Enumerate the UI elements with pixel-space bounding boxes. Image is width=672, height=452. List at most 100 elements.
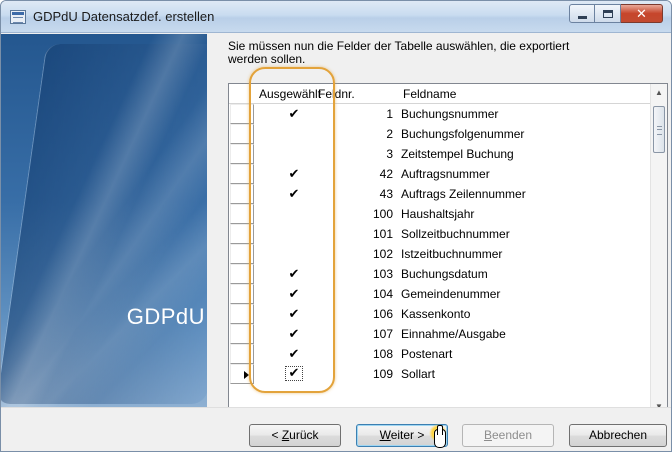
finish-button[interactable]: Beenden — [462, 424, 554, 447]
field-number: 42 — [379, 167, 393, 181]
row-selector[interactable] — [230, 104, 254, 124]
next-button-accesskey: W — [379, 428, 391, 442]
selected-checkbox[interactable]: ✔ — [285, 266, 303, 282]
row-selector[interactable] — [230, 124, 254, 144]
field-name: Buchungsfolgenummer — [401, 127, 525, 141]
wizard-banner: GDPdU — [1, 34, 207, 407]
wizard-content: Sie müssen nun die Felder der Tabelle au… — [207, 34, 671, 416]
field-number: 106 — [372, 307, 393, 321]
selected-checkbox[interactable]: ✔ — [285, 366, 303, 381]
row-selector[interactable] — [230, 244, 254, 264]
field-name: Einnahme/Ausgabe — [401, 327, 506, 341]
selected-checkbox[interactable]: ✔ — [285, 106, 303, 122]
table-row[interactable]: 3 Zeitstempel Buchung — [229, 144, 655, 164]
row-selector[interactable] — [230, 164, 254, 184]
table-row[interactable]: ✔ 43 Auftrags Zeilennummer — [229, 184, 655, 204]
table-app-icon — [10, 10, 26, 24]
row-selector[interactable] — [230, 344, 254, 364]
field-number: 107 — [372, 327, 393, 341]
field-name: Auftragsnummer — [401, 167, 490, 181]
row-selector[interactable] — [230, 364, 254, 384]
finish-button-accesskey: B — [483, 428, 492, 442]
back-button[interactable]: < Zurück — [249, 424, 341, 447]
vertical-scrollbar[interactable]: ▲ ▼ — [650, 84, 667, 415]
field-name: Sollart — [401, 367, 436, 381]
field-name: Istzeitbuchnummer — [401, 247, 503, 261]
finish-button-label: eenden — [491, 428, 533, 442]
close-button[interactable]: ✕ — [621, 4, 663, 23]
click-cursor-icon — [429, 424, 455, 451]
table-row[interactable]: 101 Sollzeitbuchnummer — [229, 224, 655, 244]
row-selector[interactable] — [230, 284, 254, 304]
field-number: 1 — [386, 107, 393, 121]
field-name: Haushaltsjahr — [401, 207, 475, 221]
field-name: Postenart — [401, 347, 453, 361]
window-controls: ✕ — [569, 4, 663, 24]
table-row[interactable]: ✔ 109 Sollart — [229, 364, 655, 384]
back-button-prefix: < — [271, 428, 282, 442]
grid-rows: ✔ 1 Buchungsnummer 2 Buchungsfolgenummer 3 Zei… — [229, 104, 655, 384]
table-row[interactable]: ✔ 107 Einnahme/Ausgabe — [229, 324, 655, 344]
field-number: 108 — [372, 347, 393, 361]
selected-checkbox[interactable]: ✔ — [285, 286, 303, 302]
field-number: 43 — [379, 187, 393, 201]
row-selector[interactable] — [230, 304, 254, 324]
banner-rays — [1, 34, 207, 407]
banner-label: GDPdU — [126, 304, 205, 329]
field-number: 104 — [372, 287, 393, 301]
cancel-button[interactable]: Abbrechen — [569, 424, 667, 447]
row-selector[interactable] — [230, 224, 254, 244]
minimize-button[interactable] — [569, 4, 595, 23]
column-header-selected[interactable]: Ausgewählt — [259, 87, 321, 101]
field-number: 109 — [372, 367, 393, 381]
table-row[interactable]: ✔ 104 Gemeindenummer — [229, 284, 655, 304]
row-selector[interactable] — [230, 204, 254, 224]
selected-checkbox[interactable]: ✔ — [285, 166, 303, 182]
instruction-text: Sie müssen nun die Felder der Tabelle au… — [228, 40, 570, 66]
minimize-icon — [577, 15, 587, 19]
back-button-label: urück — [289, 428, 319, 442]
selected-checkbox[interactable]: ✔ — [285, 326, 303, 342]
field-name: Zeitstempel Buchung — [401, 147, 514, 161]
field-number: 103 — [372, 267, 393, 281]
selected-checkbox[interactable]: ✔ — [285, 346, 303, 362]
selected-checkbox[interactable]: ✔ — [285, 186, 303, 202]
field-number: 102 — [372, 247, 393, 261]
table-row[interactable]: 102 Istzeitbuchnummer — [229, 244, 655, 264]
column-header-field-no[interactable]: Feldnr. — [318, 87, 362, 101]
table-row[interactable]: 2 Buchungsfolgenummer — [229, 124, 655, 144]
column-header-field-name[interactable]: Feldname — [403, 87, 456, 101]
window-title: GDPdU Datensatzdef. erstellen — [33, 9, 215, 24]
field-number: 100 — [372, 207, 393, 221]
table-row[interactable]: ✔ 42 Auftragsnummer — [229, 164, 655, 184]
row-selector[interactable] — [230, 184, 254, 204]
field-name: Buchungsdatum — [401, 267, 488, 281]
field-selection-grid[interactable]: Ausgewählt Feldnr. Feldname ✔ 1 Buchungsnu… — [228, 83, 668, 416]
field-name: Gemeindenummer — [401, 287, 501, 301]
table-row[interactable]: ✔ 108 Postenart — [229, 344, 655, 364]
row-selector[interactable] — [230, 144, 254, 164]
maximize-button[interactable] — [595, 4, 621, 23]
selected-checkbox[interactable]: ✔ — [285, 306, 303, 322]
field-number: 3 — [386, 147, 393, 161]
current-row-pointer-icon — [244, 371, 249, 379]
next-button-label: eiter > — [390, 428, 425, 442]
field-number: 2 — [386, 127, 393, 141]
maximize-icon — [602, 9, 613, 18]
grid-header: Ausgewählt Feldnr. Feldname — [229, 84, 655, 104]
row-selector[interactable] — [230, 324, 254, 344]
table-row[interactable]: ✔ 103 Buchungsdatum — [229, 264, 655, 284]
field-name: Sollzeitbuchnummer — [401, 227, 510, 241]
row-selector[interactable] — [230, 264, 254, 284]
field-number: 101 — [372, 227, 393, 241]
table-row[interactable]: 100 Haushaltsjahr — [229, 204, 655, 224]
table-row[interactable]: ✔ 106 Kassenkonto — [229, 304, 655, 324]
title-bar[interactable]: GDPdU Datensatzdef. erstellen ✕ — [1, 1, 671, 33]
scrollbar-thumb[interactable] — [653, 106, 665, 153]
field-name: Auftrags Zeilennummer — [401, 187, 526, 201]
field-name: Buchungsnummer — [401, 107, 499, 121]
scroll-up-arrow-icon[interactable]: ▲ — [651, 84, 667, 101]
field-name: Kassenkonto — [401, 307, 471, 321]
close-icon: ✕ — [636, 5, 647, 21]
table-row[interactable]: ✔ 1 Buchungsnummer — [229, 104, 655, 124]
